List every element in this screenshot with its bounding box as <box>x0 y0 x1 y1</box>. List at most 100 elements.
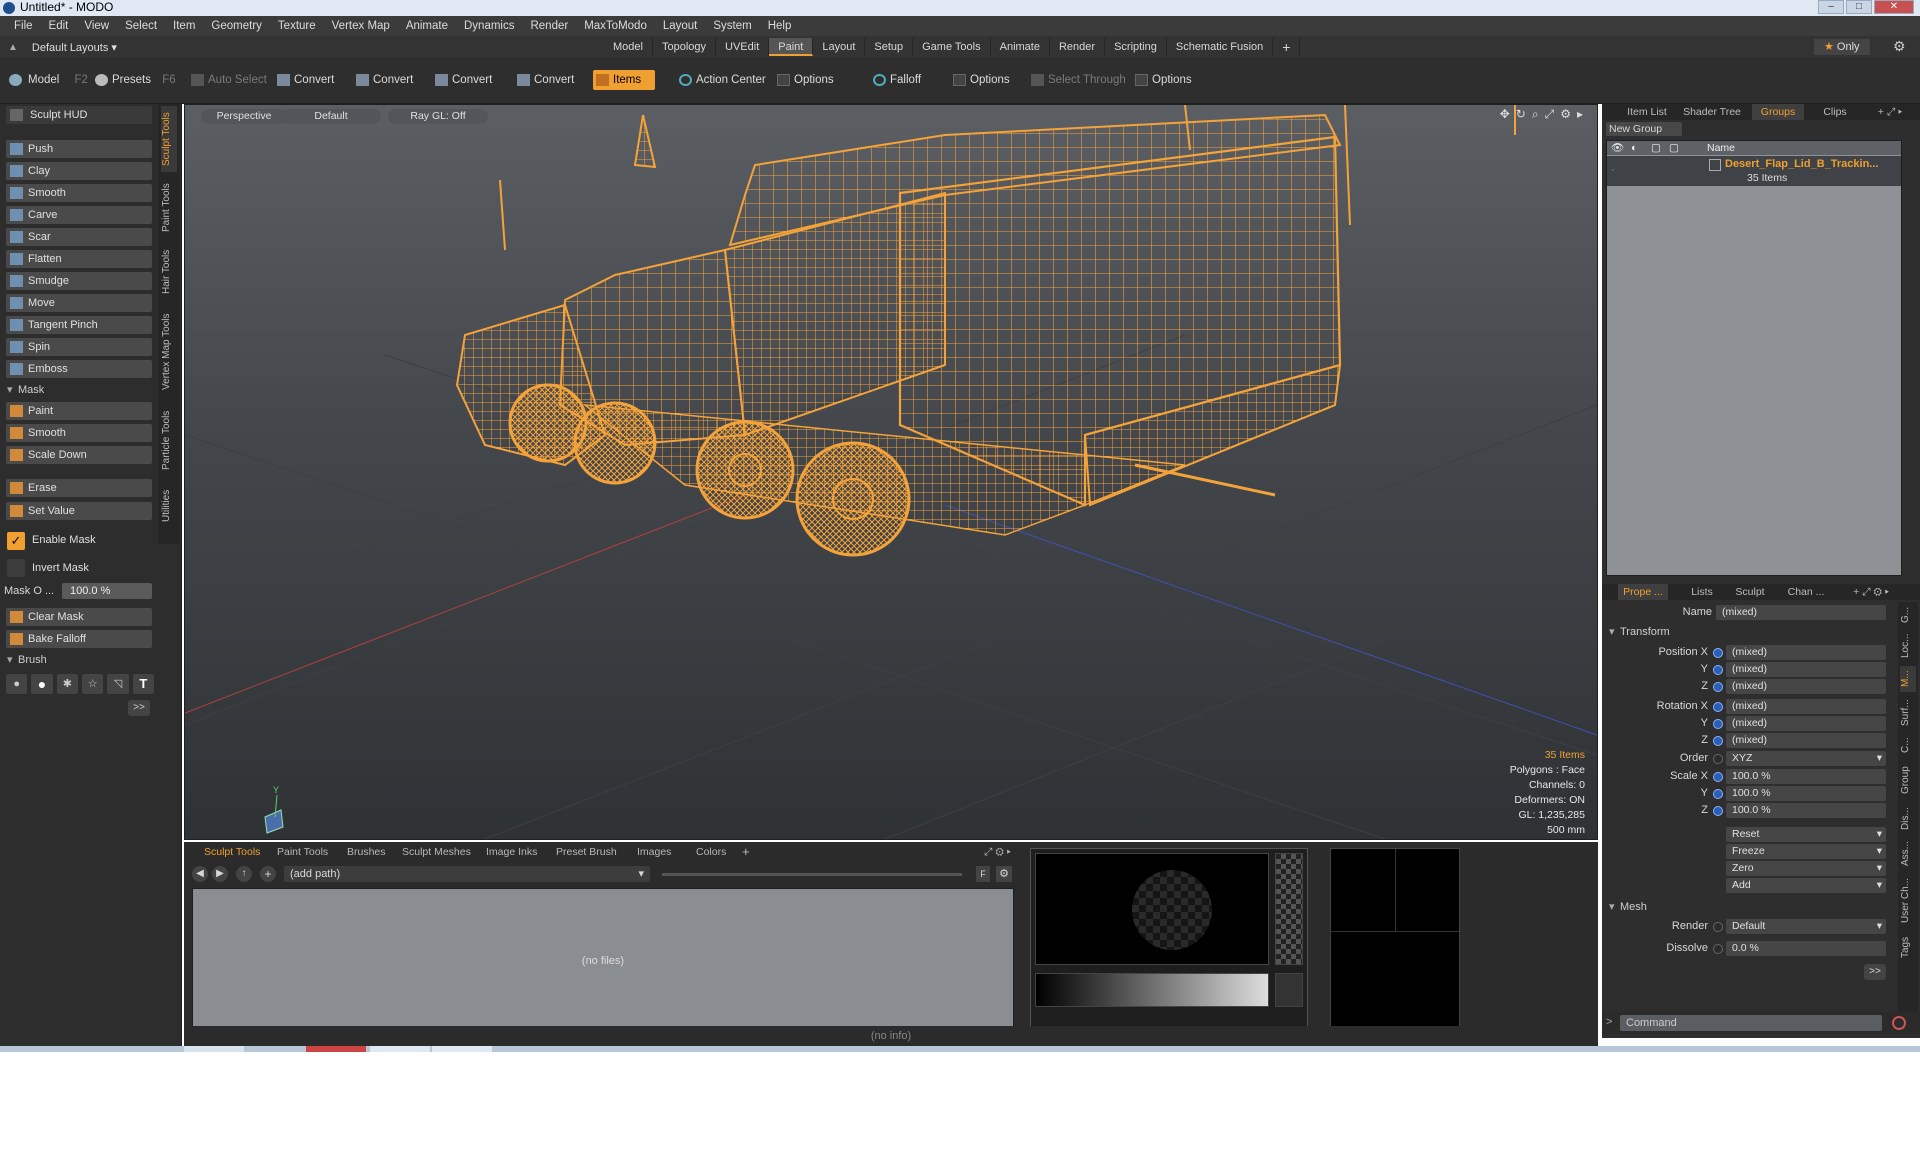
forward-arrow-icon[interactable]: ▶ <box>212 866 228 882</box>
taskbar-item-3[interactable] <box>370 1046 430 1052</box>
right-top-panel-icons[interactable]: + ⤢ ▸ <box>1864 104 1916 120</box>
sculpt-hud-button[interactable]: Sculpt HUD <box>6 106 152 124</box>
up-folder-icon[interactable]: ↑ <box>236 866 252 882</box>
back-arrow-icon[interactable]: ◀ <box>192 866 208 882</box>
vtab-m[interactable]: M... <box>1900 666 1916 692</box>
dissolve-field[interactable]: 0.0 % <box>1726 941 1886 956</box>
tab-bottom-preset-brush[interactable]: Preset Brush <box>556 844 617 860</box>
mask-scale-down-button[interactable]: Scale Down <box>6 446 152 464</box>
falloff-button[interactable]: Falloff <box>870 70 921 90</box>
menu-system[interactable]: System <box>705 20 759 32</box>
tool-push[interactable]: Push <box>6 140 152 158</box>
tool-move[interactable]: Move <box>6 294 152 312</box>
star-brush-icon[interactable]: ☆ <box>81 674 104 694</box>
tool-scar[interactable]: Scar <box>6 228 152 246</box>
menu-item[interactable]: Item <box>165 20 203 32</box>
scale-y-key-icon[interactable] <box>1713 789 1723 799</box>
position-x-field[interactable]: (mixed) <box>1726 645 1886 660</box>
tab-game-tools[interactable]: Game Tools <box>913 38 991 56</box>
tab-model[interactable]: Model <box>604 38 653 56</box>
menu-vertex-map[interactable]: Vertex Map <box>324 20 398 32</box>
menu-dynamics[interactable]: Dynamics <box>456 20 522 32</box>
convert-polygons-button[interactable]: Convert <box>432 70 492 90</box>
default-layouts-dropdown[interactable]: Default Layouts ▾ <box>32 41 117 54</box>
invert-mask-checkbox[interactable] <box>7 559 25 577</box>
menu-texture[interactable]: Texture <box>270 20 324 32</box>
mask-opacity-field[interactable]: 100.0 % <box>62 583 152 599</box>
vtab-group[interactable]: Group <box>1900 760 1916 800</box>
tool-flatten[interactable]: Flatten <box>6 250 152 268</box>
convert-vertices-button[interactable]: Convert <box>274 70 334 90</box>
action-center-button[interactable]: Action Center <box>676 70 766 90</box>
tool-tangent-pinch[interactable]: Tangent Pinch <box>6 316 152 334</box>
tab-channels[interactable]: Chan ... <box>1780 584 1832 600</box>
mesh-section-header[interactable]: Mesh <box>1606 899 1756 915</box>
group-visibility-toggle[interactable]: · <box>1611 164 1615 176</box>
tab-scripting[interactable]: Scripting <box>1105 38 1167 56</box>
tab-bottom-brushes[interactable]: Brushes <box>347 844 386 860</box>
taskbar-item-1[interactable] <box>184 1046 244 1052</box>
vtab-hair-tools[interactable]: Hair Tools <box>161 244 177 300</box>
tab-item-list[interactable]: Item List <box>1618 104 1676 120</box>
vtab-loc[interactable]: Loc... <box>1900 630 1916 662</box>
render-dropdown[interactable]: Default ▾ <box>1726 919 1886 934</box>
falloff-options-button[interactable]: Options <box>950 70 1010 90</box>
tab-bottom-sculpt-tools[interactable]: Sculpt Tools <box>204 844 260 860</box>
brush-section-header[interactable]: Brush <box>4 652 154 668</box>
position-y-key-icon[interactable] <box>1713 665 1723 675</box>
mask-paint-button[interactable]: Paint <box>6 402 152 420</box>
rotation-z-field[interactable]: (mixed) <box>1726 733 1886 748</box>
vtab-ass[interactable]: Ass... <box>1900 838 1916 868</box>
items-mode-button[interactable]: Items <box>593 70 656 90</box>
taskbar-item-4[interactable] <box>432 1046 492 1052</box>
tab-bottom-colors[interactable]: Colors <box>696 844 726 860</box>
menu-render[interactable]: Render <box>522 20 576 32</box>
zero-dropdown[interactable]: Zero ▾ <box>1726 861 1886 876</box>
enable-mask-checkbox[interactable]: ✓ <box>7 532 25 550</box>
properties-panel-icons[interactable]: + ⤢ ⚙ ▸ <box>1840 584 1902 600</box>
tool-clay[interactable]: Clay <box>6 162 152 180</box>
tab-bottom-sculpt-meshes[interactable]: Sculpt Meshes <box>402 844 471 860</box>
freeze-dropdown[interactable]: Freeze ▾ <box>1726 844 1886 859</box>
tab-animate[interactable]: Animate <box>991 38 1050 56</box>
presets-button[interactable]: Presets F6 <box>92 70 176 90</box>
select-column-icon[interactable]: ▢ <box>1669 141 1679 155</box>
vtab-vertex-map-tools[interactable]: Vertex Map Tools <box>161 306 177 398</box>
tab-setup[interactable]: Setup <box>865 38 914 56</box>
round-brush-icon[interactable]: ● <box>31 674 53 694</box>
rotation-z-key-icon[interactable] <box>1713 736 1723 746</box>
rotation-y-field[interactable]: (mixed) <box>1726 716 1886 731</box>
vtab-particle-tools[interactable]: Particle Tools <box>161 404 177 476</box>
add-dropdown[interactable]: Add ▾ <box>1726 878 1886 893</box>
menu-view[interactable]: View <box>76 20 117 32</box>
name-column-header[interactable]: Name <box>1707 141 1735 155</box>
layout-arrow-icon[interactable]: ▲ <box>8 42 18 53</box>
convert-edges-button[interactable]: Convert <box>353 70 413 90</box>
tool-emboss[interactable]: Emboss <box>6 360 152 378</box>
text-brush-icon[interactable]: T <box>132 674 154 694</box>
scale-y-field[interactable]: 100.0 % <box>1726 786 1886 801</box>
set-value-button[interactable]: Set Value <box>6 502 152 520</box>
procedural-brush-icon[interactable]: ◹ <box>107 674 129 694</box>
tab-clips[interactable]: Clips <box>1812 104 1858 120</box>
position-z-field[interactable]: (mixed) <box>1726 679 1886 694</box>
path-dropdown[interactable]: (add path) ▾ <box>284 866 650 882</box>
menu-maxtomodo[interactable]: MaxToModo <box>576 20 655 32</box>
tab-shader-tree[interactable]: Shader Tree <box>1678 104 1746 120</box>
vtab-dis[interactable]: Dis... <box>1900 804 1916 834</box>
lock-column-icon[interactable]: ▢ <box>1651 141 1661 155</box>
menu-animate[interactable]: Animate <box>398 20 456 32</box>
reset-dropdown[interactable]: Reset ▾ <box>1726 827 1886 842</box>
dissolve-key-icon[interactable] <box>1713 944 1723 954</box>
menu-layout[interactable]: Layout <box>655 20 706 32</box>
tab-groups[interactable]: Groups <box>1752 104 1804 120</box>
rotation-y-key-icon[interactable] <box>1713 719 1723 729</box>
browser-settings-icon[interactable]: ⚙ <box>996 866 1012 882</box>
thumbnail-size-slider[interactable] <box>662 873 962 876</box>
tab-sculpt[interactable]: Sculpt <box>1726 584 1774 600</box>
select-through-button[interactable]: Select Through <box>1028 70 1126 90</box>
tab-bottom-images[interactable]: Images <box>637 844 671 860</box>
menu-file[interactable]: File <box>6 20 41 32</box>
mask-smooth-button[interactable]: Smooth <box>6 424 152 442</box>
command-history-icon[interactable] <box>1892 1016 1906 1030</box>
